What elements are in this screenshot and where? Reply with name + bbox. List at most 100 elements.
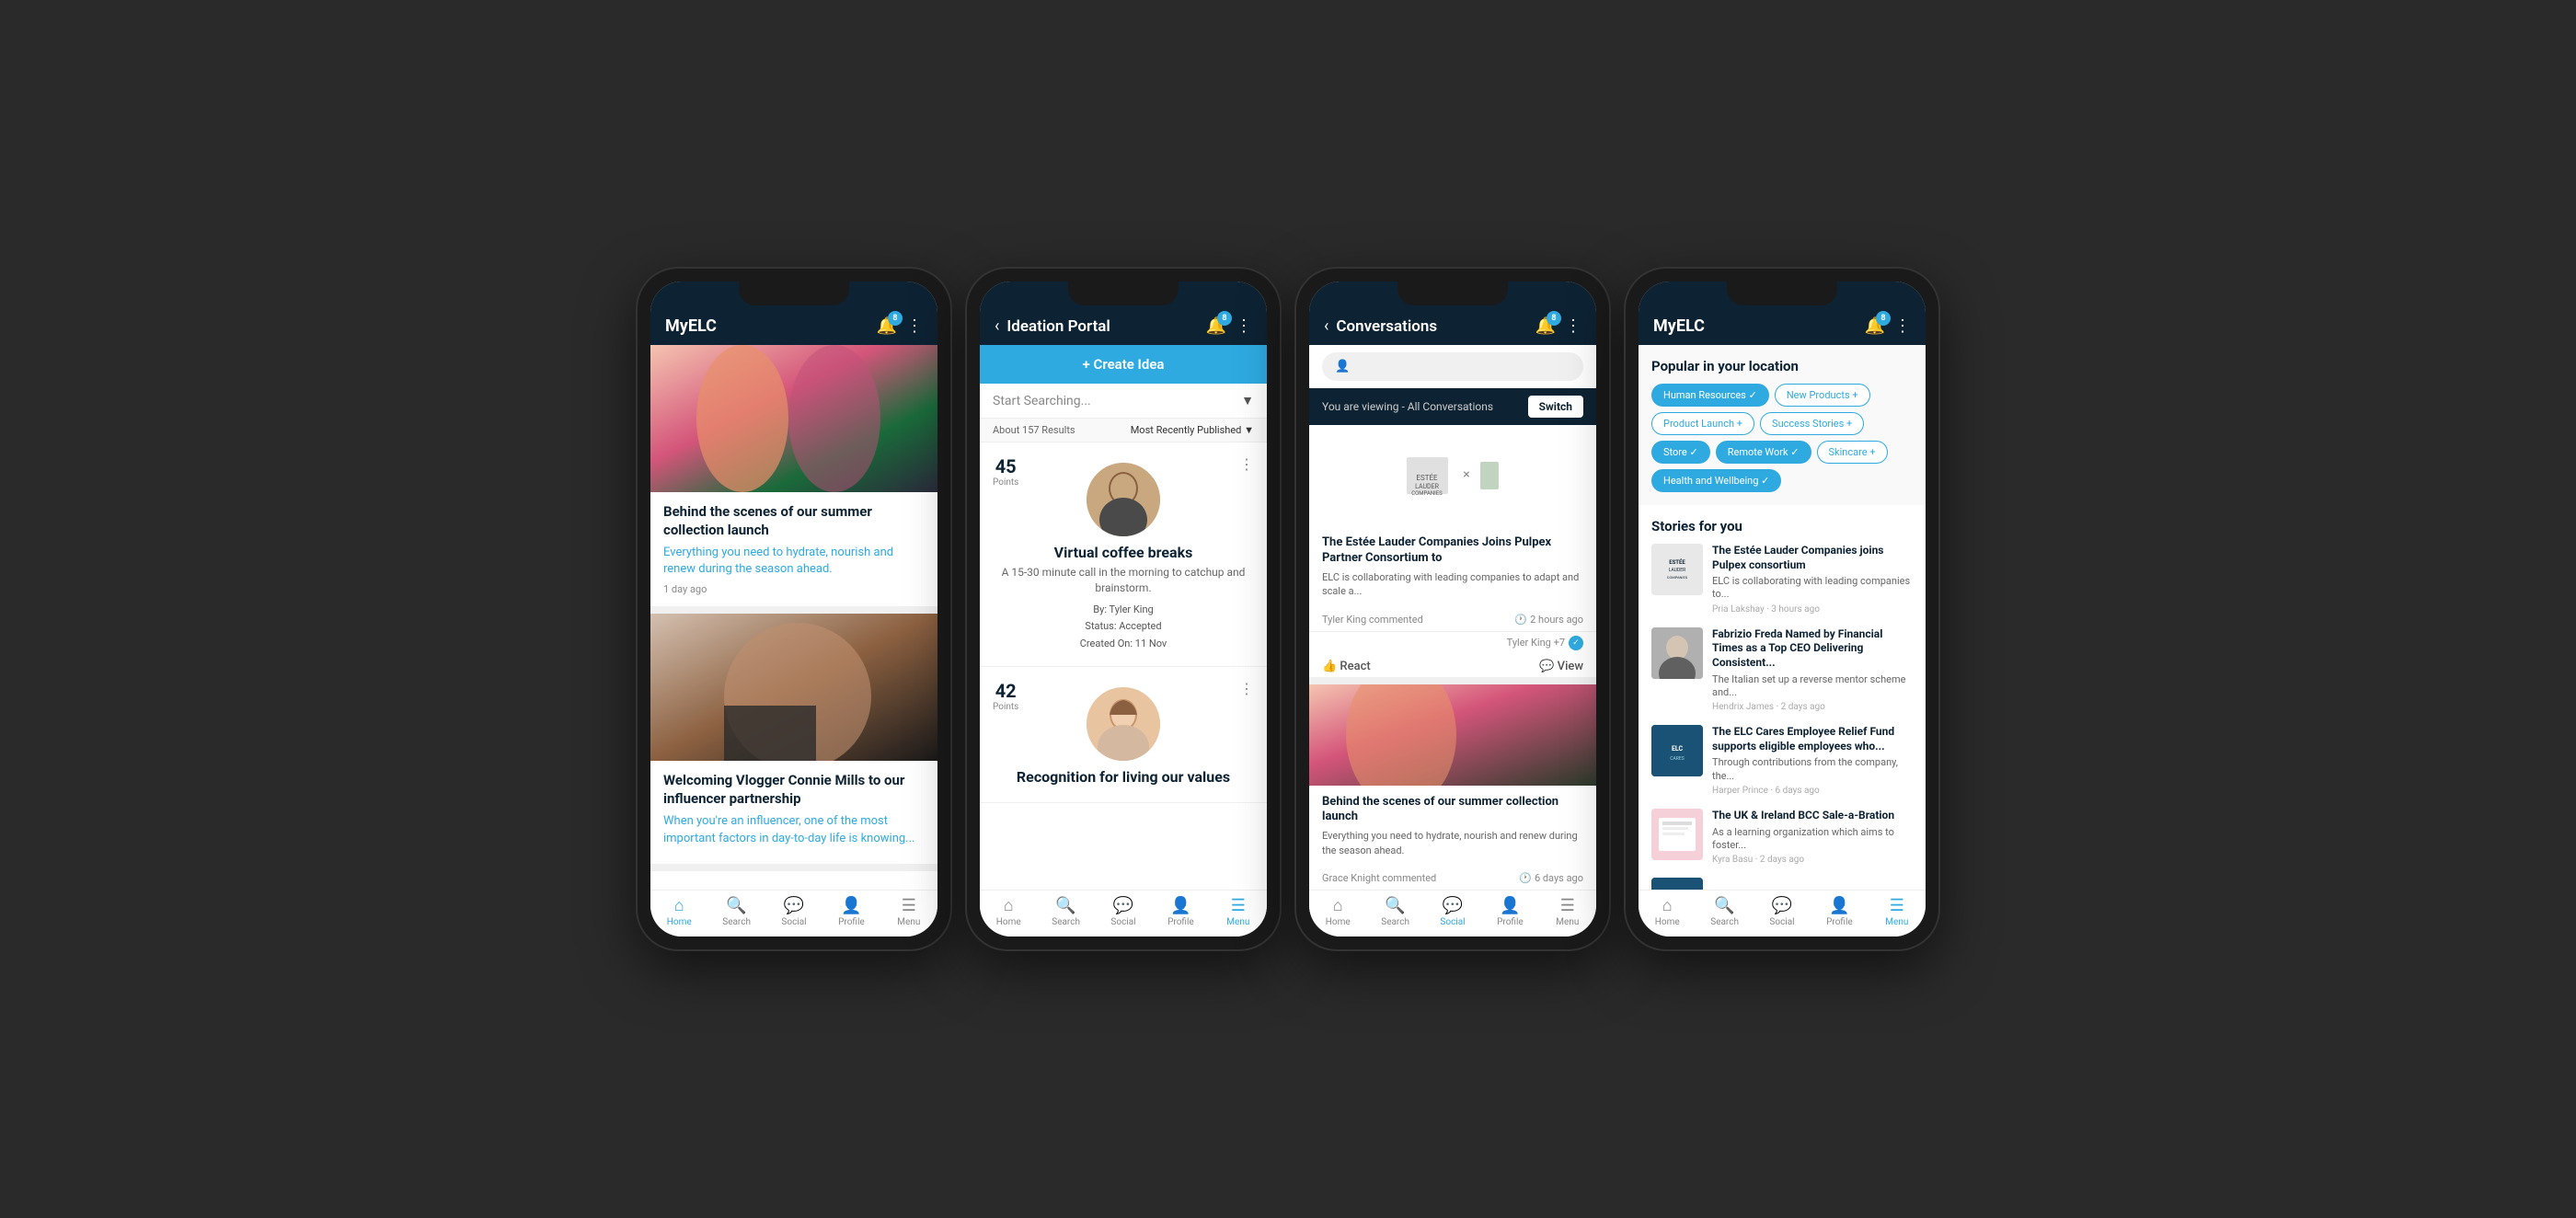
phone2-content: 45 Points ⋮ [980,442,1267,890]
nav-menu-4[interactable]: ☰ Menu [1869,896,1926,927]
switch-button[interactable]: Switch [1528,396,1583,418]
conv-body-2: Behind the scenes of our summer collecti… [1309,786,1596,868]
idea-search-text[interactable]: Start Searching... [993,394,1241,408]
conv-card-2[interactable]: Behind the scenes of our summer collecti… [1309,684,1596,890]
phone4-header-icons: 🔔 8 ⋮ [1865,316,1911,336]
nav-label-search-1: Search [722,917,751,927]
nav-profile-1[interactable]: 👤 Profile [822,896,880,927]
svg-text:CARES: CARES [1670,756,1684,762]
more-icon-2[interactable]: ⋮ [1236,316,1252,336]
stories-title: Stories for you [1651,518,1913,534]
idea-card-1[interactable]: 45 Points ⋮ [980,442,1267,667]
bell-icon-4[interactable]: 🔔 8 [1865,316,1885,336]
nav-home-3[interactable]: ⌂ Home [1309,896,1366,927]
nav-menu-3[interactable]: ☰ Menu [1539,896,1596,927]
back-arrow-2[interactable]: ‹ [995,316,999,336]
nav-home-1[interactable]: ⌂ Home [650,896,707,927]
nav-home-2[interactable]: ⌂ Home [980,896,1037,927]
more-icon-1[interactable]: ⋮ [906,316,923,336]
story-desc-1: ELC is collaborating with leading compan… [1712,575,1913,602]
bell-icon-3[interactable]: 🔔 8 [1535,316,1556,336]
tag-health-wellbeing[interactable]: Health and Wellbeing ✓ [1651,469,1781,492]
more-icon-4[interactable]: ⋮ [1894,316,1911,336]
nav-profile-4[interactable]: 👤 Profile [1811,896,1868,927]
phone-1: MyELC 🔔 8 ⋮ [638,269,950,949]
results-sort[interactable]: Most Recently Published ▼ [1131,424,1254,436]
conv-card-1[interactable]: ESTÉE LAUDER COMPANIES × The Estée Laude… [1309,425,1596,684]
profile-icon-4: 👤 [1829,896,1849,915]
story-desc-3: Through contributions from the company, … [1712,756,1913,783]
nav-label-home-1: Home [667,917,692,927]
story-item-3[interactable]: ELC CARES The ELC Cares Employee Relief … [1651,725,1913,796]
nav-label-menu-1: Menu [897,917,920,927]
tags-wrap: Human Resources ✓ New Products + Product… [1651,384,1913,492]
bell-icon-1[interactable]: 🔔 8 [877,316,897,336]
nav-search-4[interactable]: 🔍 Search [1696,896,1753,927]
create-idea-button[interactable]: + Create Idea [980,345,1267,384]
tag-success-stories[interactable]: Success Stories + [1760,412,1864,435]
nav-search-1[interactable]: 🔍 Search [707,896,765,927]
story-item-2[interactable]: Fabrizio Freda Named by Financial Times … [1651,627,1913,712]
nav-search-3[interactable]: 🔍 Search [1366,896,1423,927]
tag-human-resources[interactable]: Human Resources ✓ [1651,384,1769,407]
story-item-5[interactable] [1651,878,1913,890]
filter-icon-2[interactable]: ▼ [1241,393,1254,408]
phone3-content: ESTÉE LAUDER COMPANIES × The Estée Laude… [1309,425,1596,890]
menu-icon-3: ☰ [1560,896,1575,915]
react-button-1[interactable]: 👍 React [1322,660,1371,673]
nav-profile-2[interactable]: 👤 Profile [1152,896,1209,927]
nav-social-3[interactable]: 💬 Social [1424,896,1481,927]
nav-label-menu-3: Menu [1556,917,1579,927]
conv-search-area: 👤 [1309,345,1596,388]
story-thumb-2 [1651,627,1703,679]
nav-label-search-3: Search [1381,917,1409,927]
nav-label-social-3: Social [1440,917,1465,927]
phone-2: ‹ Ideation Portal 🔔 8 ⋮ + Create Idea St… [967,269,1280,949]
idea-avatar-2 [1087,687,1160,761]
idea-more-2[interactable]: ⋮ [1239,680,1254,697]
nav-social-4[interactable]: 💬 Social [1754,896,1811,927]
profile-icon-2: 👤 [1170,896,1190,915]
svg-text:COMPANIES: COMPANIES [1411,490,1443,497]
more-icon-3[interactable]: ⋮ [1565,316,1581,336]
nav-search-2[interactable]: 🔍 Search [1037,896,1094,927]
idea-card-2[interactable]: 42 Points ⋮ [980,667,1267,803]
idea-search-bar: Start Searching... ▼ [980,384,1267,419]
conv-author-2: Grace Knight commented [1322,872,1436,884]
idea-created-1: Created On: 11 Nov [1080,636,1167,653]
idea-more-1[interactable]: ⋮ [1239,455,1254,473]
bell-icon-2[interactable]: 🔔 8 [1206,316,1226,336]
svg-text:ESTÉE: ESTÉE [1669,559,1685,566]
nav-social-1[interactable]: 💬 Social [765,896,822,927]
conv-search-input[interactable]: 👤 [1322,352,1583,381]
tag-remote-work[interactable]: Remote Work ✓ [1716,441,1811,464]
news-card-1[interactable]: Behind the scenes of our summer collecti… [650,345,937,614]
news-card-2[interactable]: Welcoming Vlogger Connie Mills to our in… [650,614,937,870]
view-button-1[interactable]: 💬 View [1539,660,1583,673]
idea-status-1: Status: Accepted [1080,618,1167,636]
back-arrow-3[interactable]: ‹ [1324,316,1328,336]
social-icon-4: 💬 [1772,896,1792,915]
svg-text:×: × [1463,467,1469,482]
svg-text:ESTÉE: ESTÉE [1416,474,1438,482]
phone4-bottom-nav: ⌂ Home 🔍 Search 💬 Social 👤 Profile ☰ [1639,890,1926,936]
phone4-title: MyELC [1653,316,1705,336]
story-item-1[interactable]: ESTÉE LAUDER COMPANIES The Estée Lauder … [1651,544,1913,615]
story-desc-2: The Italian set up a reverse mentor sche… [1712,673,1913,700]
nav-menu-2[interactable]: ☰ Menu [1210,896,1267,927]
idea-title-2: Recognition for living our values [1017,768,1230,786]
story-item-4[interactable]: The UK & Ireland BCC Sale-a-Bration As a… [1651,809,1913,865]
tag-product-launch[interactable]: Product Launch + [1651,412,1754,435]
notch-2 [1068,282,1179,305]
nav-home-4[interactable]: ⌂ Home [1639,896,1696,927]
nav-menu-1[interactable]: ☰ Menu [880,896,937,927]
nav-label-profile-4: Profile [1826,917,1853,927]
tag-store[interactable]: Store ✓ [1651,441,1710,464]
idea-points-label-1: Points [993,477,1018,488]
nav-social-2[interactable]: 💬 Social [1095,896,1152,927]
nav-profile-3[interactable]: 👤 Profile [1481,896,1538,927]
tag-new-products[interactable]: New Products + [1775,384,1870,407]
search-icon-3: 🔍 [1385,896,1405,915]
tag-skincare[interactable]: Skincare + [1817,441,1888,464]
news-title-2: Welcoming Vlogger Connie Mills to our in… [663,772,925,808]
